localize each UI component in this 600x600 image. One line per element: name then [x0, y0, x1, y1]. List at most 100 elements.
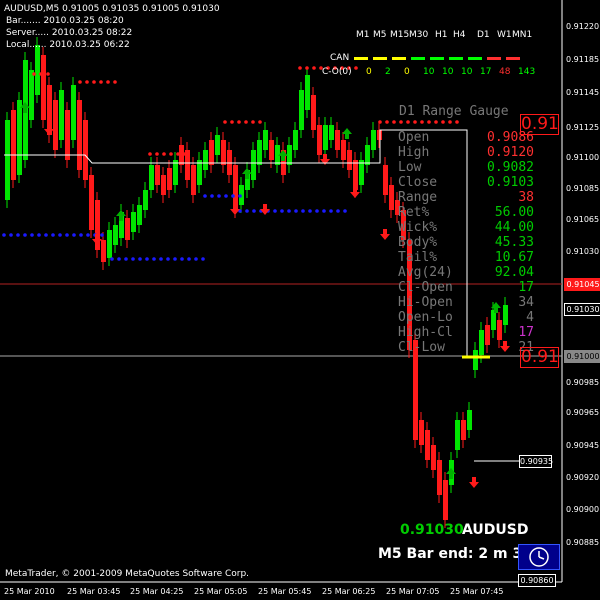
level-dot — [46, 72, 50, 76]
level-dot — [99, 80, 103, 84]
gauge-label: Open-Lo — [398, 310, 453, 325]
buy-arrow-icon — [446, 468, 456, 479]
time-tick-label: 25 Mar 06:25 — [322, 587, 376, 596]
level-dot — [152, 257, 156, 261]
candle-body — [41, 55, 46, 120]
time-tick-label: 25 Mar 07:05 — [386, 587, 440, 596]
can-bar — [373, 57, 387, 60]
level-dot — [110, 257, 114, 261]
level-dot — [86, 233, 90, 237]
level-dot — [148, 152, 152, 156]
candle-body — [461, 420, 466, 440]
level-dot — [100, 233, 104, 237]
can-bar — [468, 57, 482, 60]
candle-body — [365, 145, 370, 165]
candle-body — [317, 125, 322, 155]
level-dot — [308, 209, 312, 213]
candle-body — [71, 85, 76, 140]
price-tick-label: 0.90985 — [566, 378, 600, 387]
level-dot — [294, 209, 298, 213]
gauge-label: Body% — [398, 235, 438, 250]
sell-arrow-icon — [380, 229, 390, 240]
level-dot — [343, 209, 347, 213]
candle-body — [125, 218, 130, 240]
level-dot — [231, 194, 235, 198]
candle-body — [431, 445, 436, 470]
candle-body — [209, 140, 214, 165]
level-dot — [162, 152, 166, 156]
price-tick-label: 0.91030 — [566, 247, 600, 256]
can-bar — [430, 57, 444, 60]
candle-body — [473, 350, 478, 370]
level-dot — [420, 120, 424, 124]
level-dot — [23, 233, 27, 237]
level-price-box: 0.90935 — [519, 455, 554, 468]
level-dot — [65, 233, 69, 237]
gauge-value: 17 — [518, 280, 534, 295]
level-dot — [201, 257, 205, 261]
level-dot — [354, 66, 358, 70]
candle-body — [11, 110, 16, 180]
bottom-price-box: 0.90860 — [518, 574, 556, 587]
timeframe-label: M1 — [356, 30, 370, 40]
level-dot — [58, 233, 62, 237]
level-dot — [30, 233, 34, 237]
level-dot — [378, 120, 382, 124]
level-dot — [16, 233, 20, 237]
level-dot — [305, 66, 309, 70]
price-tick-label: 0.91185 — [566, 55, 600, 64]
candle-body — [353, 160, 358, 190]
gauge-label: Ret% — [398, 205, 430, 220]
candle-body — [143, 190, 148, 210]
level-dot — [245, 209, 249, 213]
price-tick-label: 0.91065 — [566, 215, 600, 224]
can-bar — [506, 57, 520, 60]
level-dot — [251, 120, 255, 124]
candle-body — [497, 320, 502, 340]
candle-body — [479, 330, 484, 355]
cmo-value: 2 — [385, 67, 391, 77]
level-dot — [92, 80, 96, 84]
level-dot — [312, 66, 316, 70]
candle-body — [455, 420, 460, 450]
gauge-label: High — [398, 145, 430, 160]
gauge-label: Open — [398, 130, 430, 145]
symbol-quote: AUDUSD,M5 0.91005 0.91035 0.91005 0.9103… — [4, 4, 220, 14]
candle-body — [251, 150, 256, 180]
candle-body — [257, 140, 262, 165]
sell-arrow-icon — [44, 124, 54, 135]
candle-body — [203, 150, 208, 170]
level-dot — [237, 120, 241, 124]
gauge-label: Cl-Low — [398, 340, 445, 355]
price-chart[interactable] — [0, 0, 600, 600]
candle-body — [467, 410, 472, 430]
level-dot — [145, 257, 149, 261]
can-bar — [392, 57, 406, 60]
candle-body — [29, 70, 34, 120]
level-dot — [210, 194, 214, 198]
candle-body — [437, 460, 442, 495]
level-dot — [280, 209, 284, 213]
can-bar — [411, 57, 425, 60]
level-dot — [155, 152, 159, 156]
candle-body — [113, 225, 118, 245]
level-dot — [336, 209, 340, 213]
candle-body — [287, 145, 292, 165]
gauge-value: 0.9120 — [487, 145, 534, 160]
candle-body — [443, 480, 448, 520]
server-time: Server..... 2010.03.25 08:22 — [6, 28, 133, 38]
candle-body — [149, 165, 154, 190]
level-dot — [217, 194, 221, 198]
candle-body — [311, 95, 316, 130]
candle-body — [191, 165, 196, 195]
can-label: CAN — [330, 53, 350, 63]
price-tick-label: 0.90885 — [566, 538, 600, 547]
candle-body — [335, 130, 340, 150]
level-dot — [9, 233, 13, 237]
candle-body — [389, 185, 394, 210]
level-dot — [287, 209, 291, 213]
candle-body — [299, 90, 304, 130]
price-highlight-red: 0.91045 — [564, 278, 600, 291]
level-dot — [124, 257, 128, 261]
candle-body — [359, 160, 364, 185]
